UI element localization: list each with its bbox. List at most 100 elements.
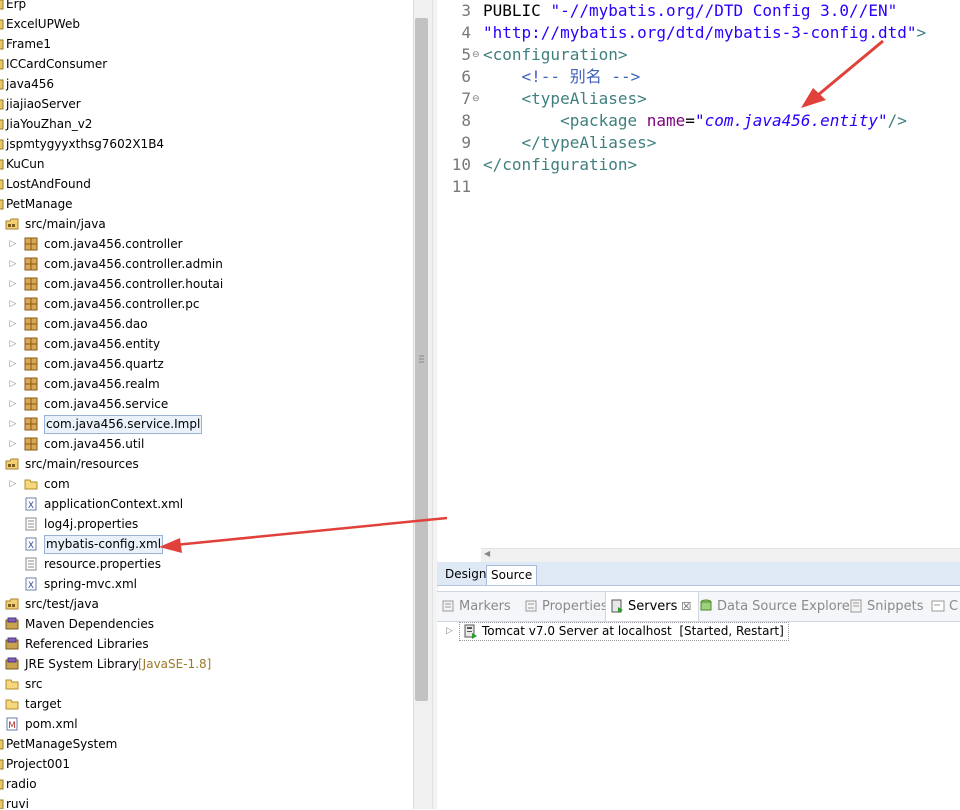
- code-line[interactable]: </typeAliases>: [483, 132, 657, 154]
- view-tab[interactable]: Properties: [520, 592, 608, 621]
- tree-item-label: Referenced Libraries: [25, 637, 149, 651]
- tree-item-label: spring-mvc.xml: [44, 577, 138, 591]
- code-token: <configuration>: [483, 45, 628, 64]
- tree-item-label: Project001: [6, 757, 70, 771]
- tree-item-label: PetManageSystem: [6, 737, 118, 751]
- line-number: 6: [461, 67, 471, 86]
- view-tab-label: C: [949, 599, 959, 614]
- project-icon: [0, 117, 4, 131]
- code-token: "-//mybatis.org//DTD Config 3.0//EN": [550, 1, 898, 20]
- code-line[interactable]: </configuration>: [483, 154, 637, 176]
- folder-icon: [5, 697, 19, 711]
- tree-item-label: com.java456.controller.houtai: [44, 277, 224, 291]
- view-tab-label: Properties: [542, 599, 608, 614]
- expand-arrow-icon[interactable]: ▷: [8, 234, 18, 254]
- expand-arrow-icon[interactable]: ▷: [8, 334, 18, 354]
- project-icon: [0, 0, 4, 11]
- tree-item-label: jiajiaoServer: [6, 97, 81, 111]
- fold-toggle-icon[interactable]: ⊖: [472, 44, 480, 66]
- xml-file-icon: X: [24, 577, 38, 591]
- editor-horizontal-scrollbar[interactable]: [481, 548, 960, 563]
- package-icon: [24, 297, 38, 311]
- view-tab[interactable]: Servers ☒: [605, 592, 699, 621]
- tree-item-label: src: [25, 677, 43, 691]
- code-line[interactable]: PUBLIC "-//mybatis.org//DTD Config 3.0//…: [483, 0, 897, 22]
- tree-item-label: Frame1: [6, 37, 52, 51]
- expand-arrow-icon[interactable]: ▷: [8, 254, 18, 274]
- expand-arrow-icon[interactable]: ▷: [8, 394, 18, 414]
- view-tab[interactable]: Snippets: [845, 592, 929, 621]
- servers-icon: [610, 599, 628, 614]
- project-icon: [0, 57, 4, 71]
- expand-arrow-icon[interactable]: ▷: [8, 314, 18, 334]
- tree-item-label: com.java456.controller.pc: [44, 297, 200, 311]
- library-icon: [5, 657, 19, 671]
- code-token: <!-- 别名 -->: [521, 67, 641, 86]
- properties-file-icon: [24, 517, 38, 531]
- package-icon: [24, 397, 38, 411]
- view-tab-label: Snippets: [867, 599, 924, 614]
- scroll-left-icon[interactable]: ◀: [484, 549, 490, 558]
- svg-text:M: M: [8, 721, 16, 731]
- line-number: 10: [451, 155, 471, 174]
- tree-item-label: src/main/java: [25, 217, 106, 231]
- tree-item-label: mybatis-config.xml: [44, 535, 164, 554]
- code-token: <typeAliases>: [521, 89, 647, 108]
- expand-arrow-icon[interactable]: ▷: [8, 474, 18, 494]
- xml-file-icon: X: [24, 537, 38, 551]
- project-icon: [0, 17, 4, 31]
- code-line[interactable]: <!-- 别名 -->: [483, 66, 641, 88]
- project-icon: [0, 737, 4, 751]
- expand-arrow-icon[interactable]: ▷: [8, 374, 18, 394]
- project-icon: [0, 137, 4, 151]
- view-tab[interactable]: C: [927, 592, 960, 621]
- code-line[interactable]: <package name="com.java456.entity"/>: [483, 110, 907, 132]
- xml-file-icon: X: [24, 497, 38, 511]
- close-tab-icon[interactable]: ☒: [681, 600, 691, 613]
- project-icon: [0, 97, 4, 111]
- server-label[interactable]: Tomcat v7.0 Server at localhost [Started…: [459, 622, 789, 641]
- expand-arrow-icon[interactable]: ▷: [8, 354, 18, 374]
- view-tab[interactable]: Data Source Explorer: [695, 592, 855, 621]
- console-icon: [931, 599, 949, 614]
- expand-arrow-icon[interactable]: ▷: [8, 434, 18, 454]
- view-tab[interactable]: Markers: [437, 592, 521, 621]
- scrollbar-grip-icon: [419, 355, 424, 363]
- expand-arrow-icon[interactable]: ▷: [446, 621, 453, 641]
- tree-item-label: ICCardConsumer: [6, 57, 108, 71]
- tree-item-label: com: [44, 477, 70, 491]
- expand-arrow-icon[interactable]: ▷: [8, 274, 18, 294]
- code-line[interactable]: <configuration>: [483, 44, 628, 66]
- tree-item-label: pom.xml: [25, 717, 78, 731]
- expand-arrow-icon[interactable]: ▷: [8, 414, 18, 434]
- source-folder-icon: [5, 217, 19, 231]
- data-source-icon: [699, 599, 717, 614]
- tree-item-label: resource.properties: [44, 557, 161, 571]
- tree-item-label: com.java456.util: [44, 437, 145, 451]
- code-line[interactable]: <typeAliases>: [483, 88, 647, 110]
- project-icon: [0, 37, 4, 51]
- tab-source[interactable]: Source: [486, 565, 538, 585]
- tab-design[interactable]: Design: [441, 565, 491, 584]
- svg-text:X: X: [28, 541, 34, 551]
- tree-item-label: com.java456.controller: [44, 237, 183, 251]
- fold-toggle-icon[interactable]: ⊖: [472, 88, 480, 110]
- tree-item-label: Erp: [6, 0, 27, 11]
- package-icon: [24, 377, 38, 391]
- server-name: Tomcat v7.0 Server at localhost: [482, 624, 672, 638]
- tree-item-label: log4j.properties: [44, 517, 139, 531]
- code-token: />: [887, 111, 907, 130]
- expand-arrow-icon[interactable]: ▷: [8, 294, 18, 314]
- svg-text:X: X: [28, 501, 34, 511]
- code-token: "http://mybatis.org/dtd/mybatis-3-config…: [483, 23, 917, 42]
- tree-item-label: com.java456.quartz: [44, 357, 164, 371]
- maven-file-icon: M: [5, 717, 19, 731]
- code-line[interactable]: "http://mybatis.org/dtd/mybatis-3-config…: [483, 22, 926, 44]
- package-icon: [24, 417, 38, 431]
- tree-item-label: src/test/java: [25, 597, 99, 611]
- code-token: =: [685, 111, 695, 130]
- tree-item-label: radio: [6, 777, 37, 791]
- line-number: 5: [461, 45, 471, 64]
